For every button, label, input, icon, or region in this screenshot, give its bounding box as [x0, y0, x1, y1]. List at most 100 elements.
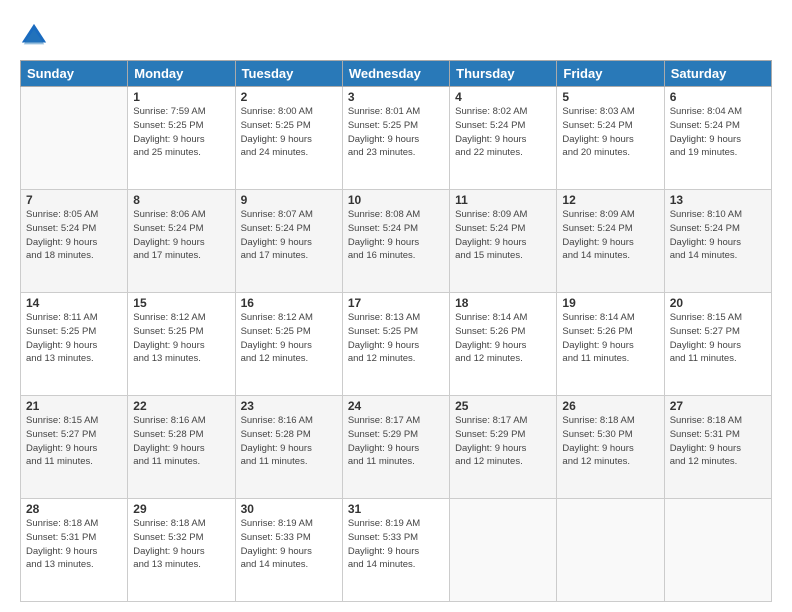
- day-info: Sunrise: 8:07 AM Sunset: 5:24 PM Dayligh…: [241, 208, 337, 263]
- day-header-thursday: Thursday: [450, 61, 557, 87]
- day-info: Sunrise: 8:08 AM Sunset: 5:24 PM Dayligh…: [348, 208, 444, 263]
- day-info: Sunrise: 8:18 AM Sunset: 5:31 PM Dayligh…: [670, 414, 766, 469]
- day-info: Sunrise: 8:11 AM Sunset: 5:25 PM Dayligh…: [26, 311, 122, 366]
- day-number: 22: [133, 399, 229, 413]
- calendar-table: SundayMondayTuesdayWednesdayThursdayFrid…: [20, 60, 772, 602]
- day-cell: 14Sunrise: 8:11 AM Sunset: 5:25 PM Dayli…: [21, 293, 128, 396]
- day-header-sunday: Sunday: [21, 61, 128, 87]
- week-row-3: 14Sunrise: 8:11 AM Sunset: 5:25 PM Dayli…: [21, 293, 772, 396]
- day-number: 2: [241, 90, 337, 104]
- day-cell: 23Sunrise: 8:16 AM Sunset: 5:28 PM Dayli…: [235, 396, 342, 499]
- day-cell: 13Sunrise: 8:10 AM Sunset: 5:24 PM Dayli…: [664, 190, 771, 293]
- day-number: 9: [241, 193, 337, 207]
- day-cell: 27Sunrise: 8:18 AM Sunset: 5:31 PM Dayli…: [664, 396, 771, 499]
- day-number: 23: [241, 399, 337, 413]
- day-cell: [557, 499, 664, 602]
- day-number: 1: [133, 90, 229, 104]
- day-cell: 11Sunrise: 8:09 AM Sunset: 5:24 PM Dayli…: [450, 190, 557, 293]
- day-cell: 18Sunrise: 8:14 AM Sunset: 5:26 PM Dayli…: [450, 293, 557, 396]
- header: [20, 18, 772, 50]
- day-number: 6: [670, 90, 766, 104]
- day-cell: 3Sunrise: 8:01 AM Sunset: 5:25 PM Daylig…: [342, 87, 449, 190]
- day-cell: 15Sunrise: 8:12 AM Sunset: 5:25 PM Dayli…: [128, 293, 235, 396]
- day-info: Sunrise: 8:15 AM Sunset: 5:27 PM Dayligh…: [670, 311, 766, 366]
- day-cell: 29Sunrise: 8:18 AM Sunset: 5:32 PM Dayli…: [128, 499, 235, 602]
- day-info: Sunrise: 8:05 AM Sunset: 5:24 PM Dayligh…: [26, 208, 122, 263]
- day-info: Sunrise: 8:09 AM Sunset: 5:24 PM Dayligh…: [455, 208, 551, 263]
- day-number: 25: [455, 399, 551, 413]
- day-number: 30: [241, 502, 337, 516]
- day-number: 21: [26, 399, 122, 413]
- day-info: Sunrise: 8:13 AM Sunset: 5:25 PM Dayligh…: [348, 311, 444, 366]
- day-info: Sunrise: 8:14 AM Sunset: 5:26 PM Dayligh…: [562, 311, 658, 366]
- day-cell: 25Sunrise: 8:17 AM Sunset: 5:29 PM Dayli…: [450, 396, 557, 499]
- logo-icon: [20, 22, 48, 50]
- day-number: 7: [26, 193, 122, 207]
- day-info: Sunrise: 8:09 AM Sunset: 5:24 PM Dayligh…: [562, 208, 658, 263]
- day-info: Sunrise: 8:16 AM Sunset: 5:28 PM Dayligh…: [133, 414, 229, 469]
- day-number: 19: [562, 296, 658, 310]
- day-number: 20: [670, 296, 766, 310]
- day-info: Sunrise: 8:01 AM Sunset: 5:25 PM Dayligh…: [348, 105, 444, 160]
- day-info: Sunrise: 8:06 AM Sunset: 5:24 PM Dayligh…: [133, 208, 229, 263]
- day-cell: 1Sunrise: 7:59 AM Sunset: 5:25 PM Daylig…: [128, 87, 235, 190]
- day-cell: 26Sunrise: 8:18 AM Sunset: 5:30 PM Dayli…: [557, 396, 664, 499]
- day-cell: 6Sunrise: 8:04 AM Sunset: 5:24 PM Daylig…: [664, 87, 771, 190]
- day-number: 29: [133, 502, 229, 516]
- day-info: Sunrise: 8:14 AM Sunset: 5:26 PM Dayligh…: [455, 311, 551, 366]
- day-header-tuesday: Tuesday: [235, 61, 342, 87]
- day-cell: [664, 499, 771, 602]
- week-row-4: 21Sunrise: 8:15 AM Sunset: 5:27 PM Dayli…: [21, 396, 772, 499]
- day-cell: 5Sunrise: 8:03 AM Sunset: 5:24 PM Daylig…: [557, 87, 664, 190]
- day-cell: 9Sunrise: 8:07 AM Sunset: 5:24 PM Daylig…: [235, 190, 342, 293]
- day-info: Sunrise: 8:15 AM Sunset: 5:27 PM Dayligh…: [26, 414, 122, 469]
- page: SundayMondayTuesdayWednesdayThursdayFrid…: [0, 0, 792, 612]
- day-number: 15: [133, 296, 229, 310]
- day-info: Sunrise: 8:19 AM Sunset: 5:33 PM Dayligh…: [241, 517, 337, 572]
- day-number: 27: [670, 399, 766, 413]
- day-cell: [450, 499, 557, 602]
- calendar-header-row: SundayMondayTuesdayWednesdayThursdayFrid…: [21, 61, 772, 87]
- day-cell: 4Sunrise: 8:02 AM Sunset: 5:24 PM Daylig…: [450, 87, 557, 190]
- week-row-5: 28Sunrise: 8:18 AM Sunset: 5:31 PM Dayli…: [21, 499, 772, 602]
- day-info: Sunrise: 7:59 AM Sunset: 5:25 PM Dayligh…: [133, 105, 229, 160]
- day-info: Sunrise: 8:02 AM Sunset: 5:24 PM Dayligh…: [455, 105, 551, 160]
- day-number: 4: [455, 90, 551, 104]
- day-header-monday: Monday: [128, 61, 235, 87]
- day-cell: [21, 87, 128, 190]
- day-info: Sunrise: 8:18 AM Sunset: 5:31 PM Dayligh…: [26, 517, 122, 572]
- day-cell: 19Sunrise: 8:14 AM Sunset: 5:26 PM Dayli…: [557, 293, 664, 396]
- day-number: 3: [348, 90, 444, 104]
- day-number: 13: [670, 193, 766, 207]
- day-number: 24: [348, 399, 444, 413]
- day-cell: 22Sunrise: 8:16 AM Sunset: 5:28 PM Dayli…: [128, 396, 235, 499]
- day-cell: 30Sunrise: 8:19 AM Sunset: 5:33 PM Dayli…: [235, 499, 342, 602]
- day-number: 11: [455, 193, 551, 207]
- day-header-friday: Friday: [557, 61, 664, 87]
- day-number: 8: [133, 193, 229, 207]
- day-cell: 28Sunrise: 8:18 AM Sunset: 5:31 PM Dayli…: [21, 499, 128, 602]
- day-number: 28: [26, 502, 122, 516]
- day-number: 5: [562, 90, 658, 104]
- day-info: Sunrise: 8:18 AM Sunset: 5:32 PM Dayligh…: [133, 517, 229, 572]
- day-cell: 21Sunrise: 8:15 AM Sunset: 5:27 PM Dayli…: [21, 396, 128, 499]
- day-header-saturday: Saturday: [664, 61, 771, 87]
- logo: [20, 22, 50, 50]
- day-info: Sunrise: 8:17 AM Sunset: 5:29 PM Dayligh…: [348, 414, 444, 469]
- day-number: 17: [348, 296, 444, 310]
- day-info: Sunrise: 8:04 AM Sunset: 5:24 PM Dayligh…: [670, 105, 766, 160]
- day-number: 14: [26, 296, 122, 310]
- day-info: Sunrise: 8:03 AM Sunset: 5:24 PM Dayligh…: [562, 105, 658, 160]
- day-info: Sunrise: 8:00 AM Sunset: 5:25 PM Dayligh…: [241, 105, 337, 160]
- week-row-2: 7Sunrise: 8:05 AM Sunset: 5:24 PM Daylig…: [21, 190, 772, 293]
- day-number: 31: [348, 502, 444, 516]
- day-cell: 31Sunrise: 8:19 AM Sunset: 5:33 PM Dayli…: [342, 499, 449, 602]
- day-cell: 24Sunrise: 8:17 AM Sunset: 5:29 PM Dayli…: [342, 396, 449, 499]
- day-header-wednesday: Wednesday: [342, 61, 449, 87]
- day-info: Sunrise: 8:17 AM Sunset: 5:29 PM Dayligh…: [455, 414, 551, 469]
- day-info: Sunrise: 8:10 AM Sunset: 5:24 PM Dayligh…: [670, 208, 766, 263]
- day-cell: 8Sunrise: 8:06 AM Sunset: 5:24 PM Daylig…: [128, 190, 235, 293]
- day-cell: 20Sunrise: 8:15 AM Sunset: 5:27 PM Dayli…: [664, 293, 771, 396]
- day-cell: 10Sunrise: 8:08 AM Sunset: 5:24 PM Dayli…: [342, 190, 449, 293]
- day-number: 26: [562, 399, 658, 413]
